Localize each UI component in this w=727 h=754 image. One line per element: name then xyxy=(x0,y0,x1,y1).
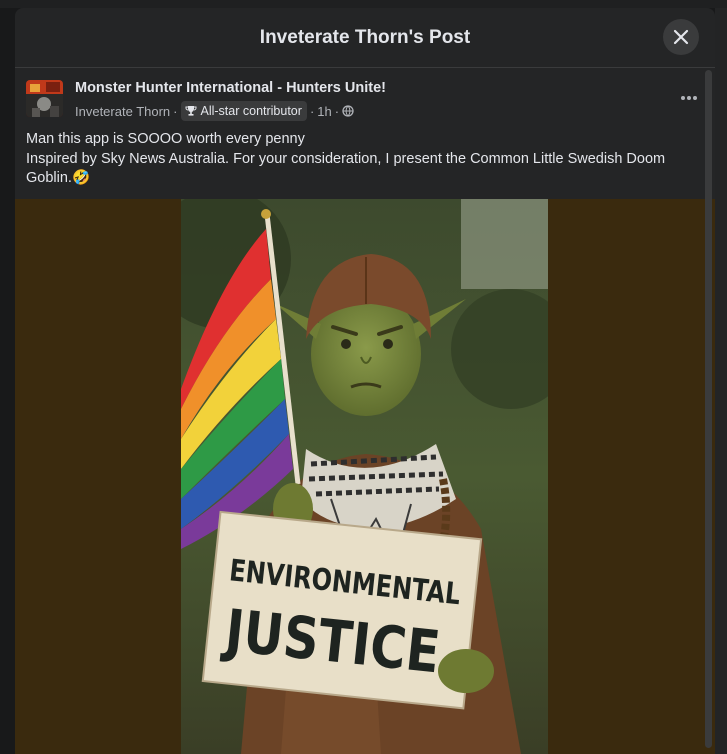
post-header: Monster Hunter International - Hunters U… xyxy=(15,68,715,198)
dialog-scrollbar[interactable] xyxy=(705,70,712,748)
group-avatar[interactable] xyxy=(26,80,63,117)
meta-separator: · xyxy=(334,103,340,119)
backdrop-toolbar xyxy=(0,0,727,8)
close-button[interactable] xyxy=(663,19,699,55)
badge-label: All-star contributor xyxy=(200,104,302,118)
backdrop-edge xyxy=(715,8,727,754)
group-name-link[interactable]: Monster Hunter International - Hunters U… xyxy=(75,80,386,96)
more-options-button[interactable] xyxy=(675,86,703,110)
close-icon xyxy=(673,29,689,45)
meta-separator: · xyxy=(173,103,178,119)
post-time[interactable]: 1h xyxy=(317,104,331,119)
post-meta: Inveterate Thorn · All-star contributor … xyxy=(75,101,354,121)
dialog-title: Inveterate Thorn's Post xyxy=(259,26,471,48)
globe-icon[interactable] xyxy=(342,105,354,117)
post-text-line: Man this app is SOOOO worth every penny xyxy=(26,131,305,147)
post-image-container[interactable]: ENVIRONMENTAL JUSTICE xyxy=(15,199,715,754)
post-photo[interactable]: ENVIRONMENTAL JUSTICE xyxy=(181,199,548,754)
trophy-icon xyxy=(185,106,196,116)
meta-separator: · xyxy=(309,103,315,119)
author-link[interactable]: Inveterate Thorn xyxy=(75,104,170,119)
all-star-badge[interactable]: All-star contributor xyxy=(180,101,307,121)
post-dialog: Inveterate Thorn's Post Monster Hunter I… xyxy=(15,8,715,754)
more-options-icon xyxy=(681,96,697,100)
post-text-line: Inspired by Sky News Australia. For your… xyxy=(26,150,666,187)
post-message: Man this app is SOOOO worth every penny … xyxy=(26,130,698,189)
dialog-header: Inveterate Thorn's Post xyxy=(15,8,715,68)
